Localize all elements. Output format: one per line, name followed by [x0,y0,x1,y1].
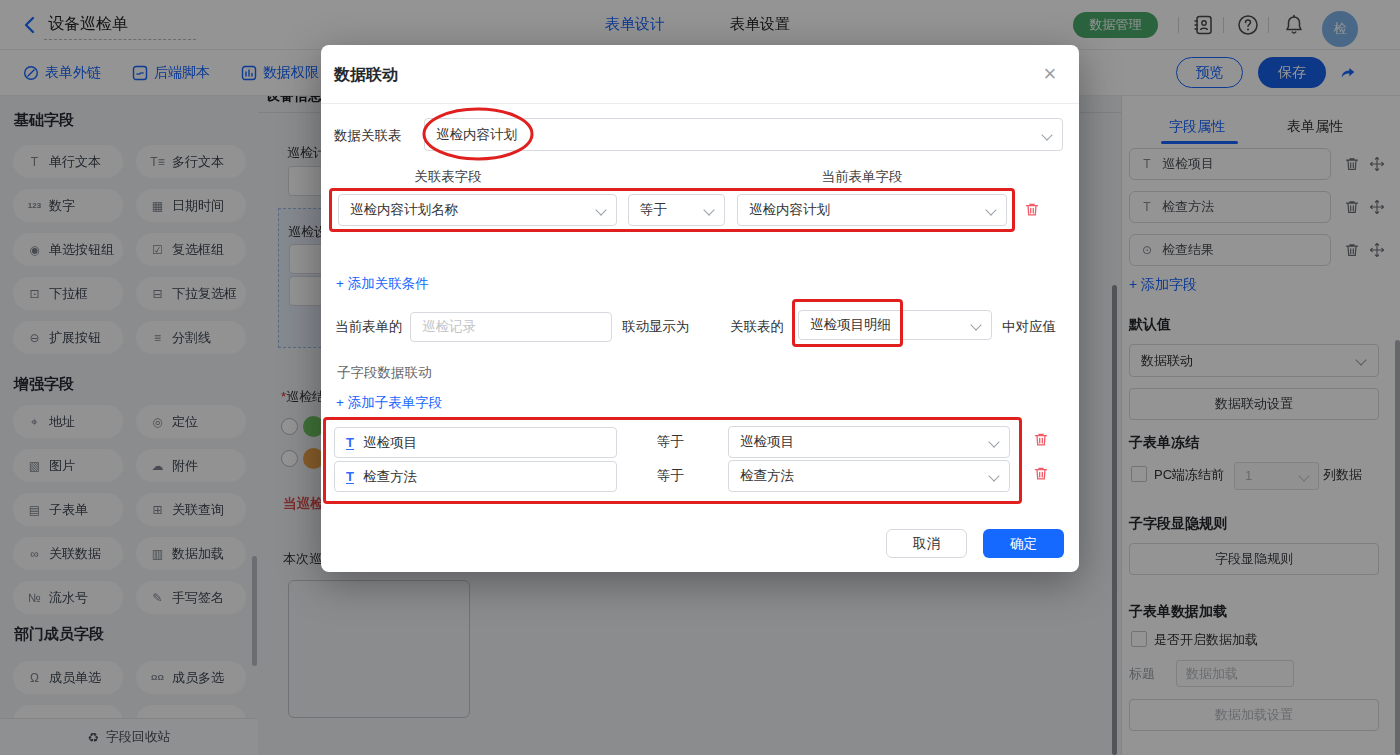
condition-target-select[interactable]: 巡检内容计划 [737,194,1007,226]
chevron-down-icon [985,204,996,215]
display-as-label: 联动显示为 [622,318,690,336]
relation-table-select[interactable]: 巡检内容计划 [424,118,1063,151]
subfield-linkage-label: 子字段数据联动 [337,364,432,382]
cancel-button[interactable]: 取消 [886,529,967,558]
chevron-down-icon [1041,129,1052,140]
delete-condition-icon[interactable] [1024,201,1040,218]
subfield-op: 等于 [657,467,684,485]
condition-field-select[interactable]: 巡检内容计划名称 [338,194,617,226]
corresponding-label: 中对应值 [1002,318,1056,336]
chevron-down-icon [988,436,999,447]
text-icon: T [346,470,354,484]
subfield-op: 等于 [657,433,684,451]
chevron-down-icon [988,470,999,481]
condition-operator-select[interactable]: 等于 [628,194,725,226]
chevron-down-icon [595,204,606,215]
delete-subfield-icon[interactable] [1033,431,1049,448]
subfield-value-select[interactable]: 巡检项目 [728,426,1010,458]
modal-title: 数据联动 [334,65,398,86]
column-header-left: 关联表字段 [348,168,548,186]
chevron-down-icon [703,204,714,215]
subfield-row-field[interactable]: T巡检项目 [334,427,617,458]
relation-table-label: 数据关联表 [334,127,402,145]
related-table-select[interactable]: 巡检项目明细 [798,310,992,340]
text-icon: T [346,436,354,450]
confirm-button[interactable]: 确定 [983,529,1064,558]
chevron-down-icon [970,319,981,330]
delete-subfield-icon[interactable] [1033,465,1049,482]
close-icon[interactable]: × [1036,61,1064,89]
column-header-right: 当前表单字段 [762,168,962,186]
app-root: 设备巡检单 表单设计 表单设置 数据管理 检 表单外链 后端脚本 数据权限 预览… [0,0,1400,755]
current-form-input[interactable]: 巡检记录 [410,312,612,342]
add-subfield-link[interactable]: + 添加子表单字段 [336,394,442,412]
add-condition-link[interactable]: + 添加关联条件 [336,275,429,293]
related-table-label: 关联表的 [730,318,784,336]
modal-header-divider [321,103,1079,104]
data-linkage-modal: 数据联动 × 数据关联表 巡检内容计划 关联表字段 当前表单字段 巡检内容计划名… [321,45,1079,572]
subfield-value-select[interactable]: 检查方法 [728,460,1010,492]
subfield-row-field[interactable]: T检查方法 [334,461,617,492]
current-form-label: 当前表单的 [335,318,403,336]
